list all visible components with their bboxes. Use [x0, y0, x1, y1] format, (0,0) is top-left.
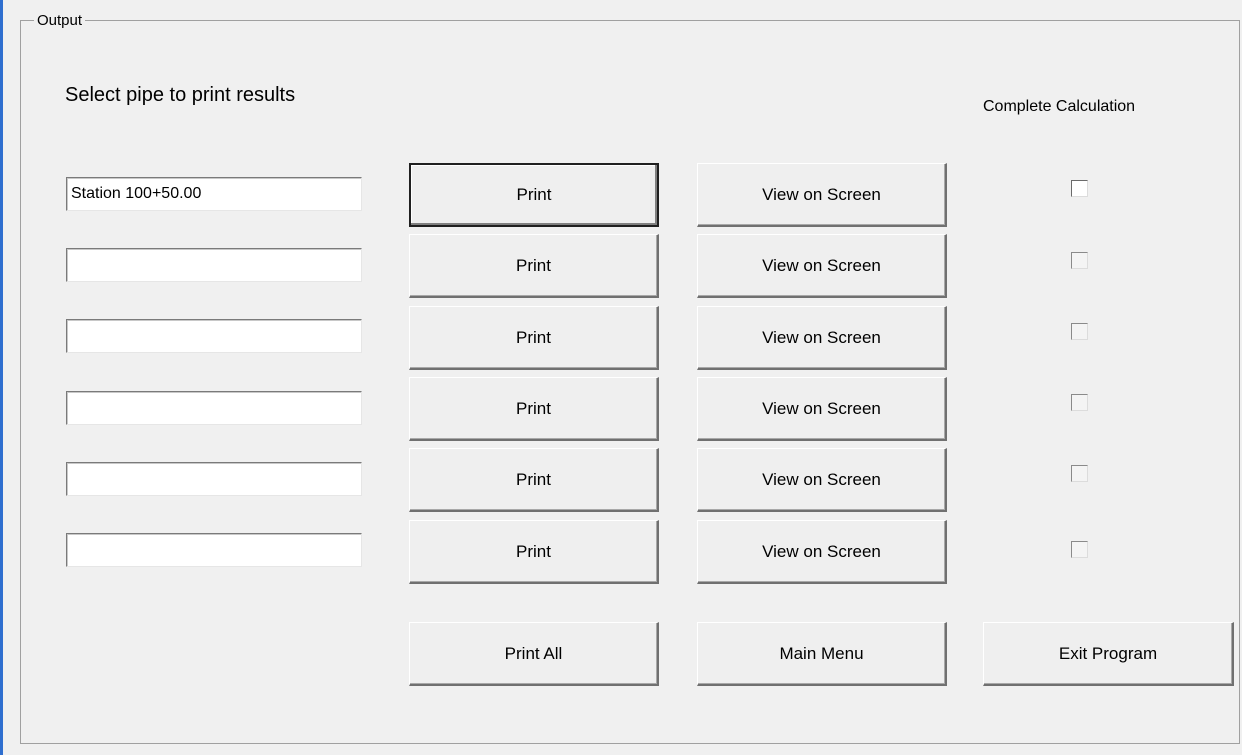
print-button-3[interactable]: Print — [409, 306, 659, 370]
view-on-screen-button-4[interactable]: View on Screen — [697, 377, 947, 441]
groupbox-title: Output — [34, 12, 86, 29]
pipe-name-field-5[interactable] — [66, 462, 362, 496]
print-all-button[interactable]: Print All — [409, 622, 659, 686]
view-on-screen-button-5[interactable]: View on Screen — [697, 448, 947, 512]
complete-calculation-checkbox-2[interactable] — [1071, 252, 1088, 269]
print-button-2[interactable]: Print — [409, 234, 659, 298]
exit-program-button[interactable]: Exit Program — [983, 622, 1234, 686]
pipe-name-field-3[interactable] — [66, 319, 362, 353]
view-on-screen-button-6[interactable]: View on Screen — [697, 520, 947, 584]
main-menu-button[interactable]: Main Menu — [697, 622, 947, 686]
complete-calculation-checkbox-3[interactable] — [1071, 323, 1088, 340]
pipe-name-field-6[interactable] — [66, 533, 362, 567]
pipe-name-field-2[interactable] — [66, 248, 362, 282]
complete-calculation-checkbox-4[interactable] — [1071, 394, 1088, 411]
complete-calculation-heading: Complete Calculation — [983, 98, 1136, 115]
select-pipe-heading: Select pipe to print results — [65, 84, 296, 106]
print-button-5[interactable]: Print — [409, 448, 659, 512]
view-on-screen-button-2[interactable]: View on Screen — [697, 234, 947, 298]
window-edge — [0, 0, 3, 755]
print-button-4[interactable]: Print — [409, 377, 659, 441]
pipe-name-field-4[interactable] — [66, 391, 362, 425]
pipe-name-field-1[interactable]: Station 100+50.00 — [66, 177, 362, 211]
print-button-6[interactable]: Print — [409, 520, 659, 584]
view-on-screen-button-3[interactable]: View on Screen — [697, 306, 947, 370]
print-button-1[interactable]: Print — [409, 163, 659, 227]
view-on-screen-button-1[interactable]: View on Screen — [697, 163, 947, 227]
complete-calculation-checkbox-6[interactable] — [1071, 541, 1088, 558]
complete-calculation-checkbox-1[interactable] — [1071, 180, 1088, 197]
complete-calculation-checkbox-5[interactable] — [1071, 465, 1088, 482]
